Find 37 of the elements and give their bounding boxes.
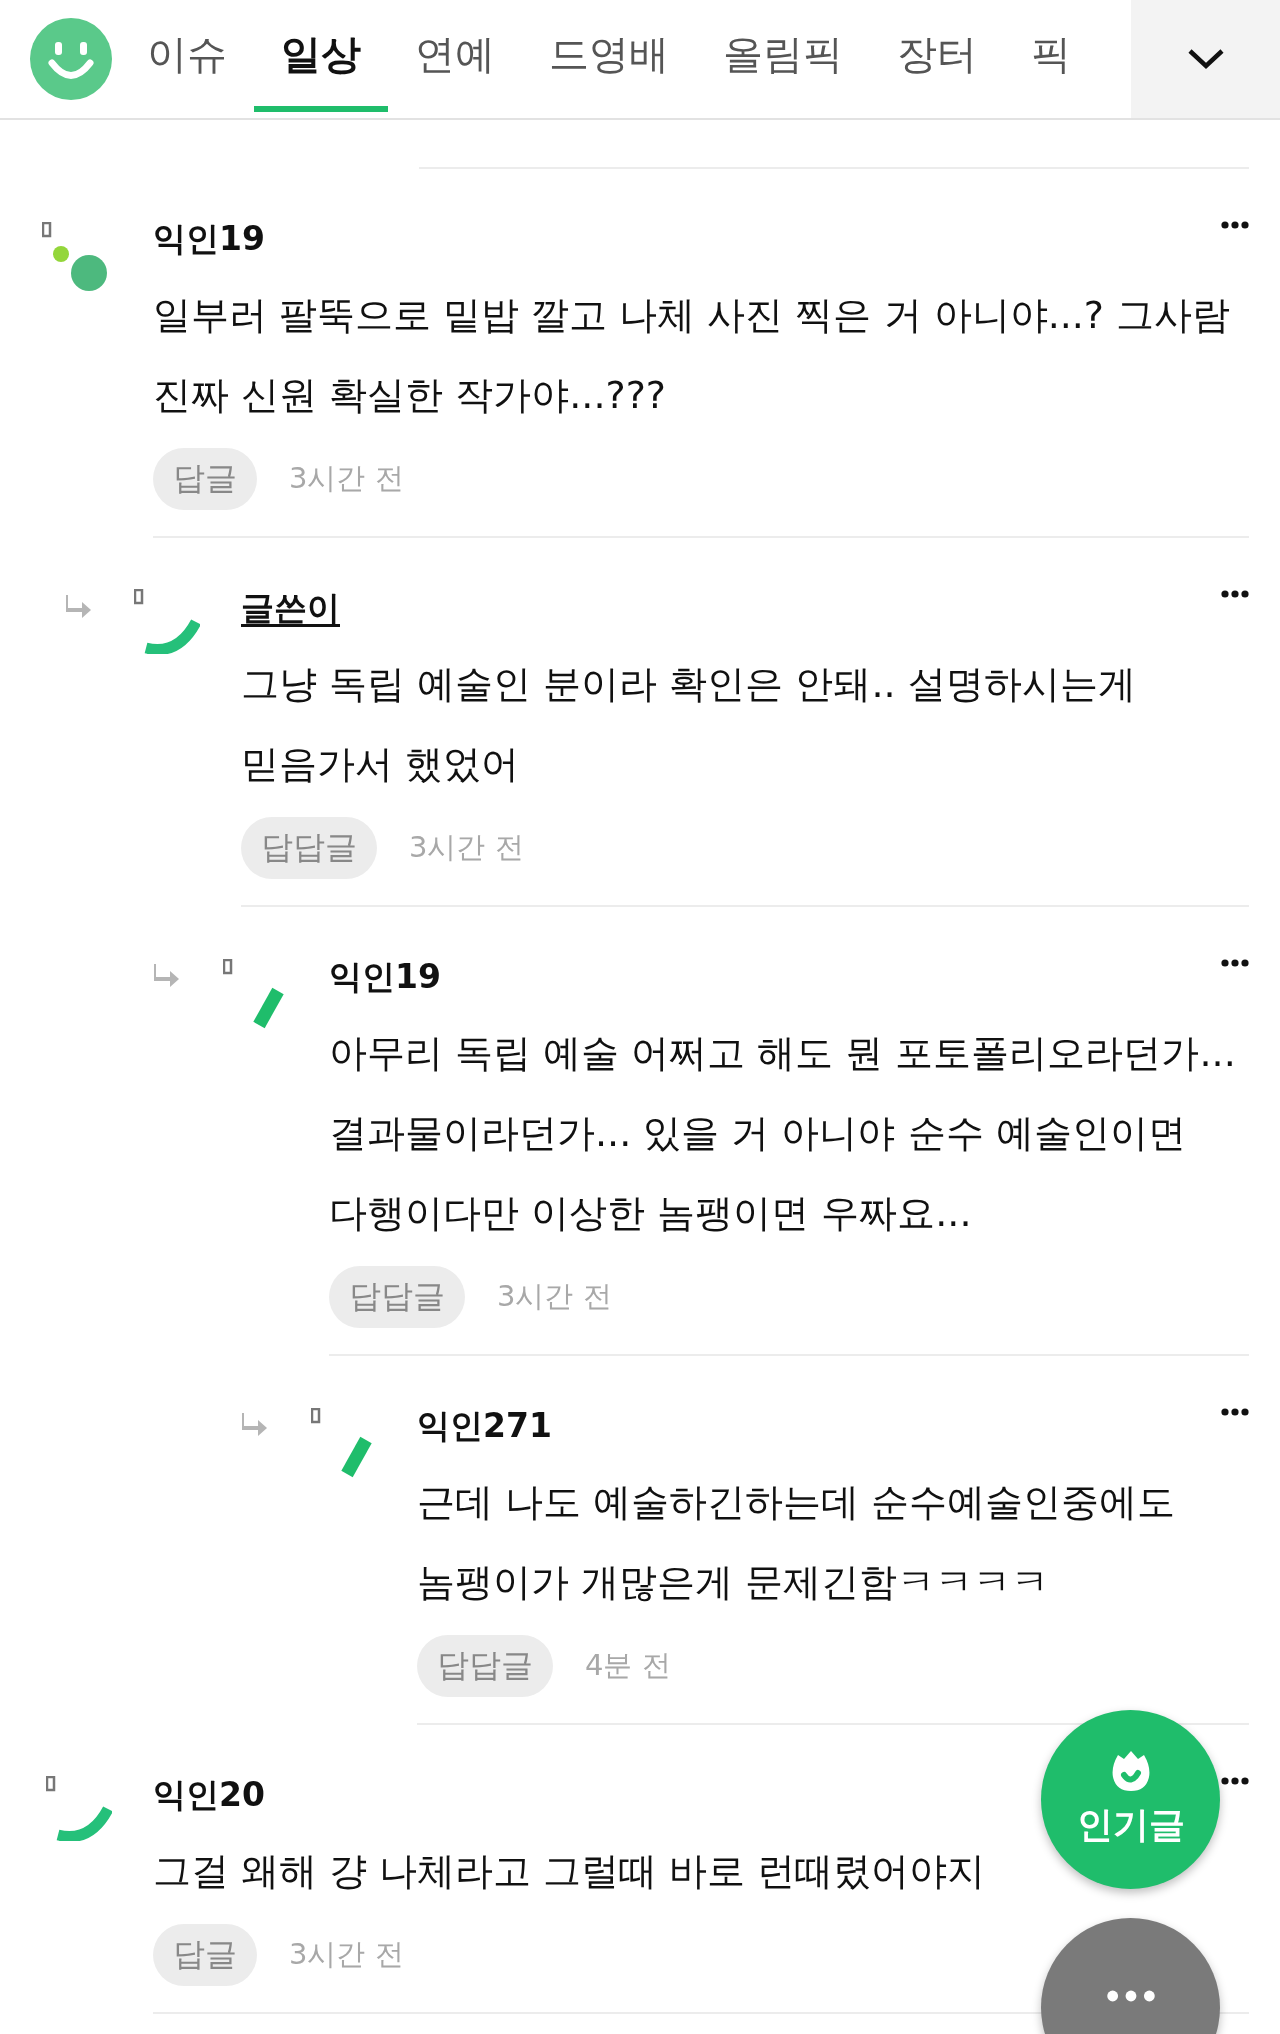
category-tab[interactable]: 일상	[254, 0, 388, 112]
more-icon[interactable]	[1221, 959, 1249, 967]
avatar-icon	[223, 959, 284, 1029]
category-tab[interactable]: 장터	[870, 0, 1004, 112]
category-tab[interactable]: 픽	[1004, 0, 1098, 112]
comment-text: 그걸 왜해 걍 나체라고 그럴때 바로 런때렸어야지	[153, 1848, 987, 1895]
timestamp: 3시간 전	[497, 1278, 612, 1315]
more-icon[interactable]	[1221, 1777, 1249, 1785]
category-tab[interactable]: 드영배	[522, 0, 696, 112]
reply-arrow-icon	[65, 594, 93, 620]
reply-arrow-icon	[241, 1412, 269, 1438]
author-name: 익인19	[329, 956, 441, 998]
comment-text: 그냥 독립 예술인 분이라 확인은 안돼.. 설명하시는게 믿음가서 했었어	[241, 661, 1137, 788]
timestamp: 4분 전	[585, 1647, 671, 1684]
timestamp: 3시간 전	[289, 1936, 404, 1973]
reply-arrow-icon	[153, 963, 181, 989]
timestamp: 3시간 전	[289, 460, 404, 497]
avatar-icon	[134, 589, 200, 654]
timestamp: 3시간 전	[409, 829, 524, 866]
category-tab[interactable]: 이슈	[120, 0, 254, 112]
avatar-icon	[46, 1776, 112, 1841]
avatar-icon	[42, 222, 107, 291]
comment-text: 아무리 독립 예술 어쩌고 해도 뭔 포토폴리오라던가... 결과물이라던가... 있을 거 아니야 순수 예술인이면 다행이다만 이상한 놈팽이면 우짜요...	[329, 1030, 1237, 1237]
author-name: 익인271	[417, 1405, 552, 1447]
flame-icon	[1110, 1749, 1151, 1793]
more-icon[interactable]	[1221, 1408, 1249, 1416]
more-icon[interactable]	[1221, 221, 1249, 229]
category-tab[interactable]: 올림픽	[696, 0, 870, 112]
author-name: 익인20	[153, 1774, 265, 1816]
avatar-icon	[311, 1408, 372, 1478]
more-icon[interactable]	[1221, 590, 1249, 598]
author-name: 익인19	[153, 218, 265, 260]
comment-text: 일부러 팔뚝으로 밑밥 깔고 나체 사진 찍은 거 아니야...? 그사람 진짜 신원 확실한 작가야...???	[153, 292, 1232, 419]
category-tab[interactable]: 연예	[388, 0, 522, 112]
comment-text: 근데 나도 예술하긴하는데 순수예술인중에도 놈팽이가 개많은게 문제긴함ㅋㅋㅋㅋ	[417, 1479, 1177, 1606]
author-name: 글쓴이	[241, 587, 340, 629]
more-icon	[1105, 1990, 1156, 2002]
